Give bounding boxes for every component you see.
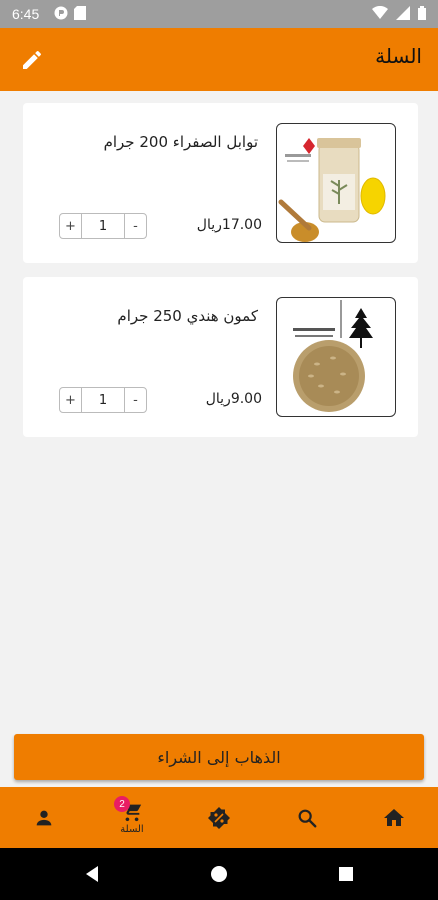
battery-icon	[418, 6, 426, 20]
person-icon	[36, 810, 52, 825]
quantity-value: 1	[98, 392, 108, 408]
status-time: 6:45	[12, 6, 40, 22]
checkout-button[interactable]: الذهاب إلى الشراء	[14, 734, 424, 780]
status-right-icons	[372, 6, 426, 20]
page-title: السلة	[375, 44, 422, 68]
back-triangle-icon	[86, 866, 98, 882]
increase-button[interactable]: +	[60, 388, 82, 412]
product-price: 17.00ريال	[196, 217, 262, 233]
signal-icon	[396, 6, 410, 20]
home-system-button[interactable]	[207, 862, 231, 886]
decrease-button[interactable]: -	[124, 388, 146, 412]
nav-profile[interactable]	[14, 787, 74, 848]
product-name[interactable]: توابل الصفراء 200 جرام	[104, 133, 258, 151]
quantity-stepper: + 1 -	[59, 387, 147, 413]
app-bar: السلة	[0, 28, 438, 91]
cart-item: كمون هندي 250 جرام 9.00ريال + 1 -	[23, 277, 418, 437]
nav-search[interactable]	[277, 787, 337, 848]
bottom-nav: السلة 2	[0, 787, 438, 848]
nav-home[interactable]	[364, 787, 424, 848]
back-button[interactable]	[80, 862, 104, 886]
nav-offers[interactable]	[189, 787, 249, 848]
cart-item: توابل الصفراء 200 جرام 17.00ريال + 1 -	[23, 103, 418, 263]
discount-icon	[208, 806, 230, 829]
status-left-icons	[54, 6, 86, 20]
product-image	[276, 297, 396, 417]
quantity-value: 1	[98, 218, 108, 234]
nav-cart[interactable]: السلة	[102, 787, 162, 848]
wifi-icon	[372, 6, 388, 19]
pencil-icon	[23, 50, 42, 69]
cart-count-badge: 2	[114, 796, 130, 812]
quantity-stepper: + 1 -	[59, 213, 147, 239]
search-icon	[298, 809, 317, 827]
recents-square-icon	[339, 867, 353, 881]
recents-button[interactable]	[334, 862, 358, 886]
home-icon	[384, 808, 404, 826]
nav-cart-label: السلة	[120, 823, 144, 835]
product-name[interactable]: كمون هندي 250 جرام	[117, 307, 258, 325]
product-image	[276, 123, 396, 243]
edit-button[interactable]	[14, 42, 50, 78]
home-circle-icon	[211, 866, 227, 882]
app-notification-icon	[54, 6, 68, 20]
sim-card-icon	[74, 6, 86, 20]
system-nav-bar	[0, 848, 438, 900]
decrease-button[interactable]: -	[124, 214, 146, 238]
product-price: 9.00ريال	[205, 391, 262, 407]
increase-button[interactable]: +	[60, 214, 82, 238]
status-bar: 6:45	[0, 0, 438, 28]
